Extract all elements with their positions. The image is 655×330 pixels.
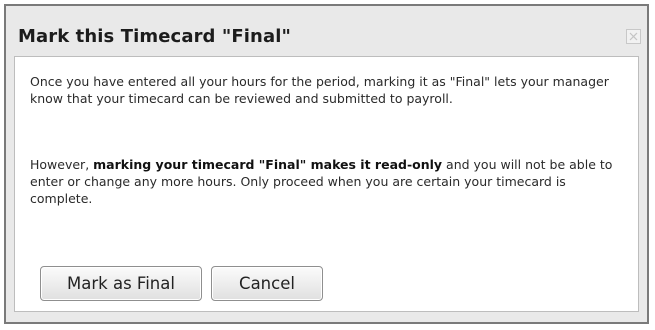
warning-text-bold: marking your timecard "Final" makes it r… <box>93 157 443 172</box>
mark-final-dialog: Mark this Timecard "Final" Once you have… <box>4 4 649 324</box>
cancel-button[interactable]: Cancel <box>211 266 323 301</box>
close-x-glyph <box>629 32 638 41</box>
dialog-title: Mark this Timecard "Final" <box>18 26 291 47</box>
warning-text-start: However, <box>30 157 94 172</box>
close-icon[interactable] <box>626 29 641 44</box>
warning-paragraph: However, marking your timecard "Final" m… <box>30 156 630 207</box>
intro-paragraph: Once you have entered all your hours for… <box>30 74 609 106</box>
mark-as-final-button[interactable]: Mark as Final <box>40 266 202 301</box>
dialog-content: Once you have entered all your hours for… <box>14 56 639 312</box>
